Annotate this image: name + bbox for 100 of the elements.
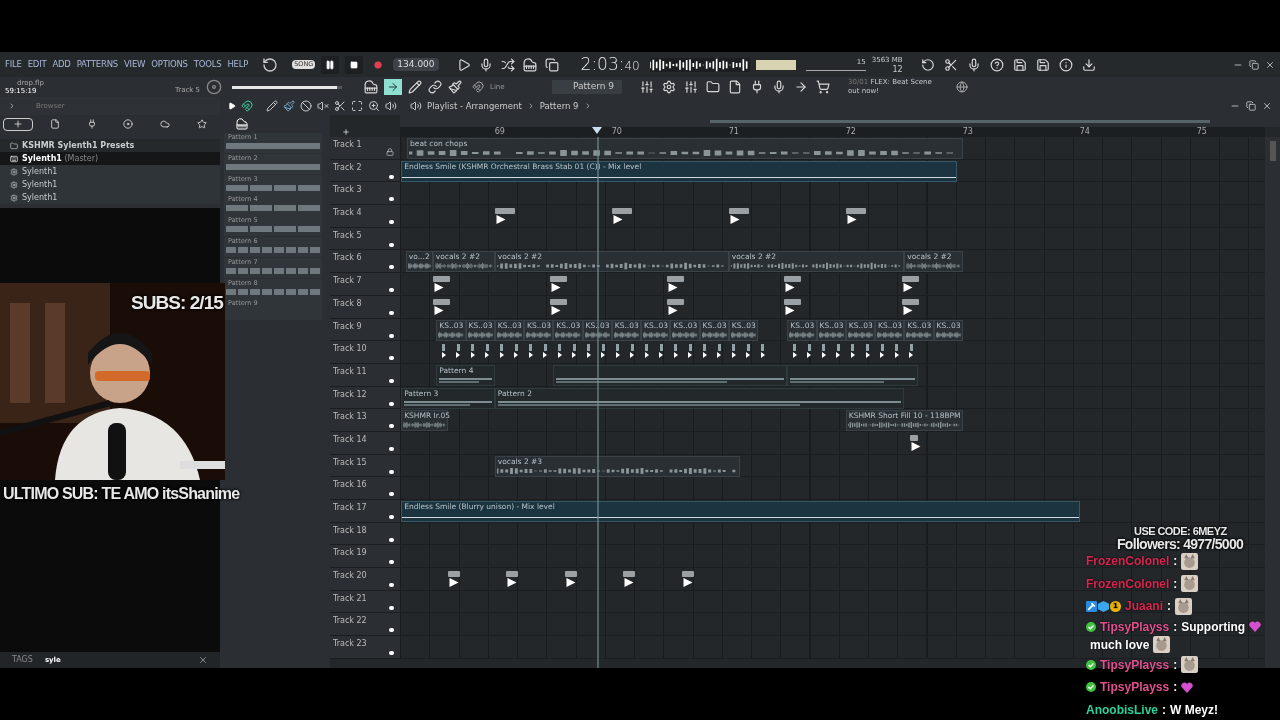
info-icon[interactable]	[1058, 57, 1073, 72]
mute-toggle[interactable]	[389, 469, 394, 474]
playback-icon[interactable]	[385, 100, 397, 112]
track-name[interactable]: Track 6	[333, 252, 362, 265]
browser-item[interactable]: Sylenth1	[0, 165, 220, 178]
track-name[interactable]: Track 13	[333, 411, 367, 424]
sliders-icon[interactable]	[684, 80, 698, 94]
restore-icon[interactable]	[1249, 59, 1259, 70]
save-as-icon[interactable]	[1035, 57, 1050, 72]
mute-toggle[interactable]	[389, 537, 394, 542]
mute-toggle[interactable]	[389, 424, 394, 429]
menu-item[interactable]: ADD	[52, 58, 71, 71]
save-icon[interactable]	[1012, 57, 1027, 72]
horizontal-scrollbar[interactable]	[710, 119, 1210, 123]
mute-tool-icon[interactable]	[300, 100, 312, 112]
brush-icon[interactable]	[448, 80, 462, 94]
cart-icon[interactable]	[816, 80, 830, 94]
track-name[interactable]: Track 7	[333, 275, 362, 288]
track-name[interactable]: Track 1	[333, 139, 362, 151]
close-icon[interactable]	[1265, 59, 1275, 70]
brush-icon[interactable]	[283, 100, 295, 112]
track-name[interactable]: Track 11	[333, 365, 367, 378]
browser-item[interactable]: Sylenth1	[0, 191, 220, 204]
zoom-icon[interactable]	[368, 100, 380, 112]
track-name[interactable]: Track 5	[333, 229, 362, 242]
mute-toggle[interactable]	[389, 628, 394, 633]
track-name[interactable]: Track 15	[333, 456, 367, 469]
chat-username[interactable]: TipsyPlayss	[1100, 655, 1170, 674]
clip[interactable]	[728, 208, 749, 226]
play-icon[interactable]	[228, 102, 236, 110]
mute-toggle[interactable]	[389, 605, 394, 610]
clip[interactable]	[549, 276, 568, 294]
track-name[interactable]: Track 22	[333, 615, 367, 628]
menu-item[interactable]: HELP	[227, 58, 249, 71]
menu-item[interactable]: EDIT	[27, 58, 47, 71]
globe-icon[interactable]	[956, 81, 968, 93]
clip[interactable]	[910, 434, 919, 452]
close-icon[interactable]	[198, 655, 208, 665]
track-name[interactable]: Track 8	[333, 297, 362, 310]
copy-icon[interactable]	[544, 57, 559, 72]
track-name[interactable]: Track 19	[333, 547, 367, 560]
stop-button[interactable]	[345, 55, 364, 74]
track-name[interactable]: Track 10	[333, 343, 367, 356]
plugin-icon[interactable]	[750, 80, 764, 94]
mute-toggle[interactable]	[389, 356, 394, 361]
piano-icon[interactable]	[364, 80, 378, 94]
menu-item[interactable]: VIEW	[124, 58, 146, 71]
slice-icon[interactable]	[334, 100, 346, 112]
mute-toggle[interactable]	[389, 220, 394, 225]
browser-tab[interactable]	[3, 117, 34, 131]
clip[interactable]	[901, 298, 920, 316]
track-name[interactable]: Track 12	[333, 388, 367, 401]
chat-username[interactable]: TipsyPlayss	[1100, 678, 1170, 697]
add-track-icon[interactable]	[342, 128, 350, 136]
scissors-icon[interactable]	[943, 57, 958, 72]
track-name[interactable]: Track 23	[333, 638, 367, 651]
download-icon[interactable]	[1081, 57, 1096, 72]
clip[interactable]	[494, 208, 515, 226]
track-name[interactable]: Track 3	[333, 184, 362, 197]
knob-icon[interactable]	[206, 79, 222, 95]
magnet-icon[interactable]	[241, 100, 253, 112]
pattern-clip[interactable]	[787, 364, 919, 386]
close-icon[interactable]	[1262, 101, 1272, 111]
track-name[interactable]: Track 18	[333, 524, 367, 537]
select-icon[interactable]	[351, 100, 363, 112]
clip[interactable]	[623, 571, 636, 589]
magnet-icon[interactable]	[472, 81, 484, 93]
file-icon[interactable]	[728, 80, 742, 94]
mic-icon[interactable]	[966, 57, 981, 72]
menu-item[interactable]: PATTERNS	[76, 58, 118, 71]
clip[interactable]	[783, 298, 802, 316]
track-name[interactable]: Track 9	[333, 320, 362, 333]
mic-icon[interactable]	[478, 57, 493, 72]
clip[interactable]	[666, 298, 685, 316]
clip[interactable]	[549, 298, 568, 316]
expand-icon[interactable]	[8, 102, 16, 110]
link-icon[interactable]	[428, 80, 442, 94]
track-name[interactable]: Track 14	[333, 433, 367, 446]
browser-item[interactable]: Sylenth1	[0, 178, 220, 191]
lock-icon[interactable]	[386, 148, 394, 156]
track-name[interactable]: Track 17	[333, 502, 367, 514]
tempo-display[interactable]: 134.000	[393, 57, 439, 72]
mute-toggle[interactable]	[389, 651, 394, 656]
arrow-icon[interactable]	[794, 80, 808, 94]
mute-toggle[interactable]	[389, 265, 394, 270]
track-name[interactable]: Track 4	[333, 207, 362, 220]
mute-toggle[interactable]	[389, 583, 394, 588]
pattern-breadcrumb[interactable]: Pattern 9	[539, 99, 579, 113]
clip[interactable]	[845, 208, 866, 226]
browser-item[interactable]: KSHMR Sylenth1 Presets	[0, 139, 220, 152]
mute-toggle[interactable]	[389, 515, 394, 519]
timeline-ruler[interactable]: 69 70 71 72 73 74 75	[400, 127, 1265, 137]
clip[interactable]	[432, 298, 451, 316]
mute-toggle[interactable]	[389, 174, 394, 179]
arrow-tool-button[interactable]	[384, 79, 402, 95]
mute-toggle[interactable]	[389, 446, 394, 451]
folder-icon[interactable]	[706, 80, 720, 94]
mute-toggle[interactable]	[389, 492, 394, 497]
mute-toggle[interactable]	[389, 288, 394, 293]
clip[interactable]	[564, 571, 577, 589]
